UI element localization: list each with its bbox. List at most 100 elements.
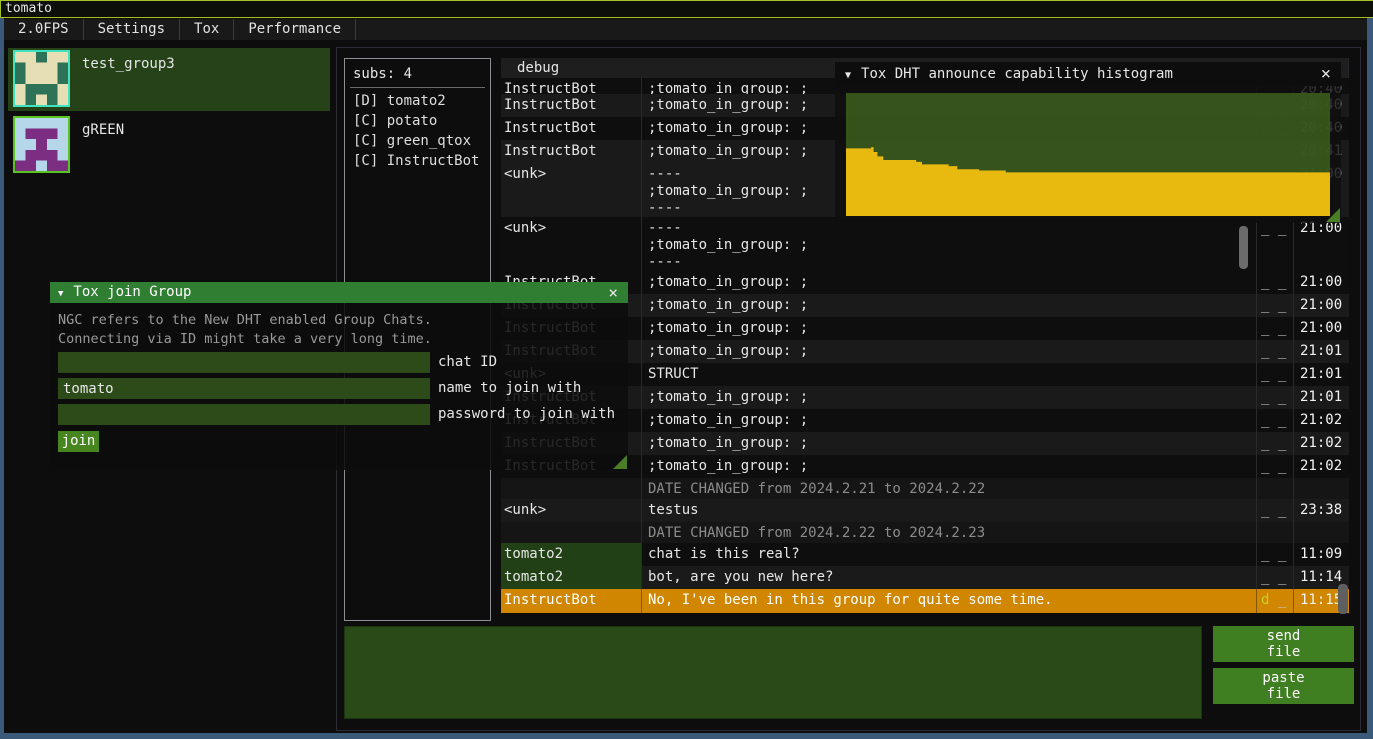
message-text: ;tomato_in_group: ; xyxy=(641,317,1256,340)
histogram-resize-grip[interactable] xyxy=(1326,208,1340,222)
message-time: 21:01 xyxy=(1293,386,1349,409)
chat-message-row[interactable]: tomato2bot, are you new here?_ _11:14 xyxy=(501,566,1349,589)
subs-member-c-green-qtox[interactable]: [C] green_qtox xyxy=(345,131,490,151)
menu-item-tox[interactable]: Tox xyxy=(180,19,234,40)
message-sender: InstructBot xyxy=(501,589,641,613)
field-row-chat-id: chat ID xyxy=(58,352,620,373)
app-window: tomato 2.0FPSSettingsToxPerformance test… xyxy=(0,0,1373,739)
chat-id-input[interactable] xyxy=(58,352,430,373)
group-item-test-group3[interactable]: test_group3 xyxy=(8,48,330,111)
message-status xyxy=(1256,478,1293,499)
histogram-close-icon[interactable]: × xyxy=(1321,62,1331,86)
name-to-join-with-label: name to join with xyxy=(438,378,581,399)
group-avatar-icon xyxy=(13,116,70,173)
group-name: test_group3 xyxy=(82,56,175,72)
message-line: ;tomato_in_group: ; xyxy=(648,297,1256,314)
message-text: ;tomato_in_group: ; xyxy=(641,271,1256,294)
subs-member-c-potato[interactable]: [C] potato xyxy=(345,111,490,131)
message-text: testus xyxy=(641,499,1256,522)
date-separator-row: DATE CHANGED from 2024.2.21 to 2024.2.22 xyxy=(501,478,1349,499)
histogram-titlebar[interactable]: ▼ Tox DHT announce capability histogram × xyxy=(835,62,1341,86)
message-text: ;tomato_in_group: ; xyxy=(641,455,1256,478)
message-time xyxy=(1293,478,1349,499)
password-to-join-with-input[interactable] xyxy=(58,404,430,425)
field-row-name-to-join-with: name to join with xyxy=(58,378,620,399)
chat-scrollbar-thumb[interactable] xyxy=(1338,584,1348,614)
collapse-icon[interactable]: ▼ xyxy=(845,70,851,81)
message-sender xyxy=(501,522,641,543)
message-sender: tomato2 xyxy=(501,566,641,589)
menu-item-performance[interactable]: Performance xyxy=(234,19,356,40)
subs-member-d-tomato2[interactable]: [D] tomato2 xyxy=(345,91,490,111)
menu-bar: 2.0FPSSettingsToxPerformance xyxy=(4,19,1367,40)
message-status: _ _ xyxy=(1256,566,1293,589)
chat-message-row[interactable]: InstructBot;tomato_in_group: ;_ _21:01 xyxy=(501,340,1349,363)
join-dialog-info-line: Connecting via ID might take a very long… xyxy=(58,330,432,349)
name-to-join-with-input[interactable] xyxy=(58,378,430,399)
subs-divider xyxy=(350,87,485,88)
send-file-button[interactable]: send file xyxy=(1213,626,1354,662)
message-status: _ _ xyxy=(1256,499,1293,522)
chat-message-row[interactable]: tomato2chat is this real?_ _11:09 xyxy=(501,543,1349,566)
chat-message-row[interactable]: <unk>STRUCT_ _21:01 xyxy=(501,363,1349,386)
message-sender: <unk> xyxy=(501,217,641,271)
message-sender: InstructBot xyxy=(501,117,641,140)
message-text: chat is this real? xyxy=(641,543,1256,566)
chat-message-row[interactable]: InstructBot;tomato_in_group: ;_ _21:02 xyxy=(501,432,1349,455)
message-input[interactable] xyxy=(344,626,1202,719)
message-text: ;tomato_in_group: ; xyxy=(641,340,1256,363)
histogram-window: ▼ Tox DHT announce capability histogram × xyxy=(835,62,1341,223)
subs-list: [D] tomato2[C] potato[C] green_qtox[C] I… xyxy=(345,91,490,171)
message-line: STRUCT xyxy=(648,366,1256,383)
histogram-title: Tox DHT announce capability histogram xyxy=(861,66,1173,82)
chat-title: debug xyxy=(517,60,559,76)
message-time: 21:00 xyxy=(1293,317,1349,340)
message-sender: <unk> xyxy=(501,163,641,217)
join-dialog-title: Tox join Group xyxy=(73,284,191,300)
message-status: _ _ xyxy=(1256,543,1293,566)
message-text: DATE CHANGED from 2024.2.21 to 2024.2.22 xyxy=(641,478,1256,499)
collapse-icon[interactable]: ▼ xyxy=(58,289,63,299)
message-sender: InstructBot xyxy=(501,140,641,163)
message-status: _ _ xyxy=(1256,294,1293,317)
histogram-plot xyxy=(846,93,1330,216)
chat-message-row[interactable]: InstructBot;tomato_in_group: ;_ _21:00 xyxy=(501,271,1349,294)
join-dialog-titlebar[interactable]: ▼ Tox join Group × xyxy=(50,282,628,303)
message-time: 21:01 xyxy=(1293,363,1349,386)
message-text: DATE CHANGED from 2024.2.22 to 2024.2.23 xyxy=(641,522,1256,543)
message-sender: InstructBot xyxy=(501,94,641,117)
join-button[interactable]: join xyxy=(58,431,99,452)
chat-message-row[interactable]: InstructBot;tomato_in_group: ;_ _21:00 xyxy=(501,294,1349,317)
histogram-body xyxy=(835,86,1341,223)
chat-message-row[interactable]: <unk>----;tomato_in_group: ;----_ _21:00 xyxy=(501,217,1349,271)
message-line: ;tomato_in_group: ; xyxy=(648,274,1256,291)
message-text: ----;tomato_in_group: ;---- xyxy=(641,217,1256,271)
chat-message-row[interactable]: <unk>testus_ _23:38 xyxy=(501,499,1349,522)
message-time: 21:01 xyxy=(1293,340,1349,363)
message-sender: <unk> xyxy=(501,499,641,522)
message-line: ;tomato_in_group: ; xyxy=(648,389,1256,406)
message-status: d _ xyxy=(1256,589,1293,613)
message-status: _ _ xyxy=(1256,409,1293,432)
field-row-password-to-join-with: password to join with xyxy=(58,404,620,425)
message-status: _ _ xyxy=(1256,340,1293,363)
group-item-green[interactable]: gREEN xyxy=(8,114,330,177)
fps-indicator: 2.0FPS xyxy=(4,19,84,40)
menu-item-settings[interactable]: Settings xyxy=(84,19,180,40)
chat-id-label: chat ID xyxy=(438,352,497,373)
join-dialog-close-icon[interactable]: × xyxy=(608,282,618,303)
chat-message-row[interactable]: InstructBot;tomato_in_group: ;_ _21:00 xyxy=(501,317,1349,340)
subs-member-c-instructbot[interactable]: [C] InstructBot xyxy=(345,151,490,171)
chat-message-row[interactable]: InstructBotNo, I've been in this group f… xyxy=(501,589,1349,613)
message-line: ;tomato_in_group: ; xyxy=(648,320,1256,337)
message-sender xyxy=(501,478,641,499)
chat-message-row[interactable]: InstructBot;tomato_in_group: ;_ _21:01 xyxy=(501,386,1349,409)
message-time xyxy=(1293,522,1349,543)
paste-file-button[interactable]: paste file xyxy=(1213,668,1354,704)
message-scrollbar-thumb[interactable] xyxy=(1239,226,1248,269)
password-to-join-with-label: password to join with xyxy=(438,404,615,425)
chat-message-row[interactable]: InstructBot;tomato_in_group: ;_ _21:02 xyxy=(501,409,1349,432)
dialog-resize-grip[interactable] xyxy=(613,455,627,469)
chat-message-row[interactable]: InstructBot;tomato_in_group: ;_ _21:02 xyxy=(501,455,1349,478)
window-border-left xyxy=(0,18,4,739)
